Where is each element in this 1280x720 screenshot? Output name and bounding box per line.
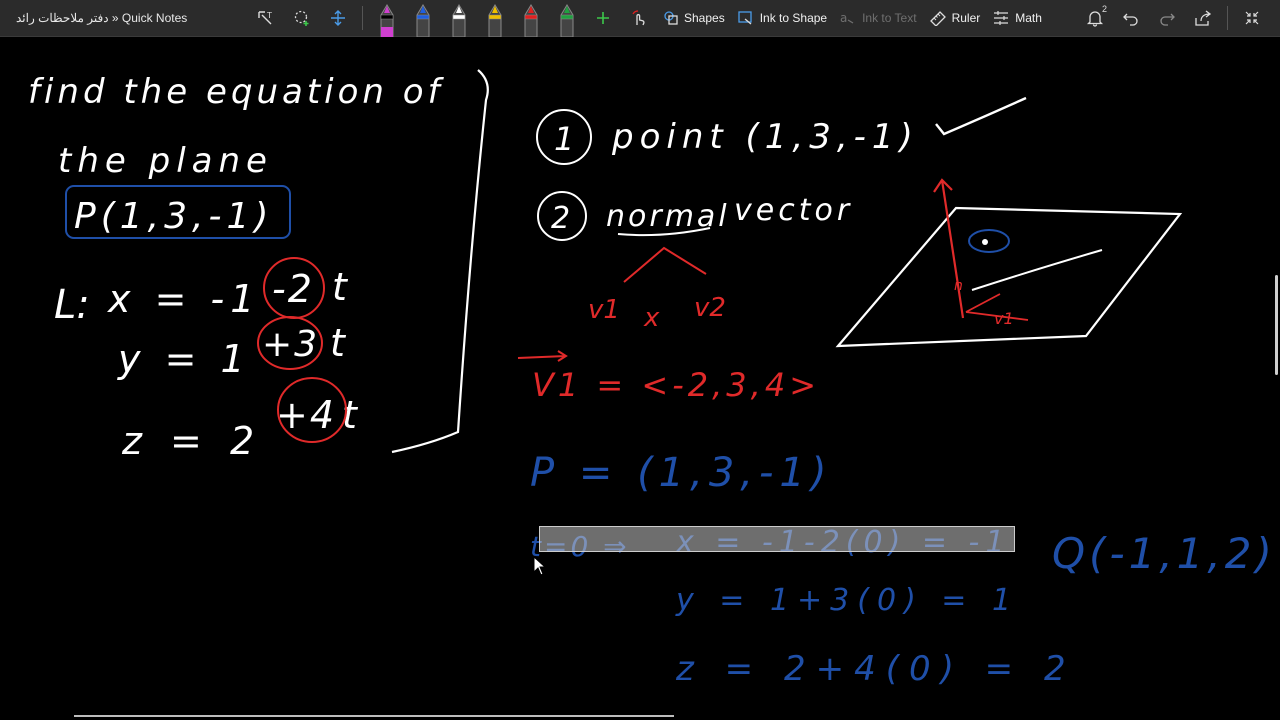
pen-red-icon[interactable] [520, 3, 542, 37]
y-calculation: y = 1+3(0) = 1 [675, 583, 1019, 618]
shapes-label: Shapes [684, 11, 725, 25]
y-param: t [330, 321, 347, 365]
step-2-word-vector: vector [734, 193, 853, 228]
y-equation: y = 1 [117, 337, 251, 381]
ruler-icon [929, 11, 946, 26]
line-label: L: [54, 282, 90, 328]
share-icon [1195, 10, 1212, 26]
lasso-select-icon[interactable]: T [252, 4, 280, 32]
problem-line-2: the plane [58, 141, 273, 181]
step-2-word-normal: normal [606, 199, 730, 234]
step-1-number: 1 [554, 120, 574, 158]
plane-point-circle [968, 229, 1010, 253]
redo-icon [1160, 13, 1175, 26]
math-button[interactable]: Math [986, 4, 1048, 32]
cross-symbol: x [643, 303, 660, 333]
cross-product-wedge [623, 246, 707, 283]
math-label: Math [1015, 11, 1042, 25]
shapes-button[interactable]: Shapes [657, 4, 731, 32]
step-2-number: 2 [551, 201, 570, 236]
v1-label: v1 [588, 295, 620, 325]
toolbar-separator [1227, 6, 1228, 30]
collapse-fullscreen-icon [1245, 11, 1259, 25]
x-coefficient: -2 [272, 267, 314, 311]
vertical-scrollbar[interactable] [1275, 275, 1278, 375]
step-1-text: point (1,3,-1) [611, 117, 919, 157]
lasso-icon[interactable] [288, 4, 316, 32]
pen-gallery [369, 0, 585, 37]
notification-count: 2 [1101, 4, 1107, 14]
pen-blue-icon[interactable] [412, 3, 434, 37]
toolbar-separator [362, 6, 363, 30]
ink-to-text-label: Ink to Text [862, 11, 917, 25]
x-equation: x = -1 [107, 277, 260, 321]
check-mark-icon [935, 96, 1027, 136]
v2-label: v2 [694, 293, 726, 323]
bracket [391, 69, 489, 454]
y-coefficient: +3 [262, 324, 319, 365]
add-space-icon[interactable] [324, 4, 352, 32]
notifications-button[interactable]: 2 [1081, 4, 1109, 32]
diagram-v1-label: v1 [994, 309, 1014, 328]
pen-white-icon[interactable] [448, 3, 470, 37]
ink-to-text-button[interactable]: a Ink to Text [833, 4, 922, 32]
ink-to-shape-button[interactable]: Ink to Shape [731, 4, 833, 32]
svg-text:T: T [266, 11, 272, 20]
x-param: t [332, 265, 349, 309]
mouse-cursor-icon [533, 555, 547, 581]
undo-button[interactable] [1117, 4, 1145, 32]
ink-canvas[interactable]: find the equation of the plane P(1,3,-1)… [0, 37, 1280, 720]
math-icon [994, 11, 1009, 25]
share-button[interactable] [1189, 4, 1217, 32]
selection-highlight[interactable] [539, 526, 1015, 552]
toolbar-right-group: 2 [1077, 4, 1270, 32]
plane-point [982, 239, 988, 245]
fullscreen-button[interactable] [1238, 4, 1266, 32]
problem-line-1: find the equation of [28, 72, 445, 112]
redo-button[interactable] [1153, 4, 1181, 32]
ink-to-text-icon: a [840, 11, 854, 25]
toolbar: دفتر ملاحظات رائد » Quick Notes T Shapes… [0, 0, 1280, 37]
touch-drawing-icon[interactable] [625, 4, 653, 32]
line-in-plane [971, 249, 1103, 291]
svg-text:a: a [840, 11, 847, 25]
q-point: Q(-1,1,2) [1052, 529, 1276, 578]
z-calculation: z = 2+4(0) = 2 [675, 649, 1076, 689]
ink-to-shape-label: Ink to Shape [759, 11, 828, 25]
pen-black-pink-icon[interactable] [376, 3, 398, 37]
z-equation: z = 2 [121, 419, 262, 463]
horizontal-scrollbar[interactable] [74, 715, 674, 717]
given-point: P(1,3,-1) [74, 196, 273, 237]
ink-to-shape-icon [738, 11, 752, 25]
diagram-n-label: n [954, 278, 963, 294]
pen-green-icon[interactable] [556, 3, 578, 37]
p-definition: P = (1,3,-1) [530, 450, 833, 496]
window-title: دفتر ملاحظات رائد » Quick Notes [16, 11, 188, 25]
normal-vector-arrow [933, 178, 965, 319]
pen-yellow-icon[interactable] [484, 3, 506, 37]
undo-icon [1123, 13, 1138, 26]
ruler-button[interactable]: Ruler [923, 4, 987, 32]
v1-definition: V1 = <-2,3,4> [532, 366, 820, 404]
vector-arrow-icon [517, 350, 568, 362]
shapes-icon [664, 11, 678, 25]
ruler-label: Ruler [951, 11, 981, 25]
add-pen-icon[interactable] [589, 4, 617, 32]
